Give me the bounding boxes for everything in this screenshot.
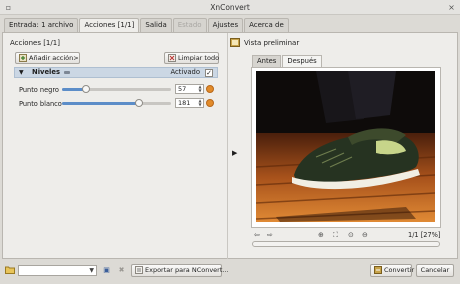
convert-label: Convertir: [384, 266, 415, 274]
black-point-value: 57: [178, 85, 187, 93]
export-icon: [135, 266, 143, 274]
preview-icon: [230, 38, 240, 47]
tab-output[interactable]: Salida: [140, 18, 172, 32]
enabled-checkbox[interactable]: ✓: [205, 69, 213, 77]
spin-arrows-icon[interactable]: ▲ ▼: [197, 99, 203, 107]
zoom-in-icon[interactable]: ⊕: [318, 231, 324, 239]
panel-splitter[interactable]: [227, 33, 228, 259]
tab-settings[interactable]: Ajustes: [207, 18, 244, 32]
enabled-label: Activado: [170, 68, 200, 76]
clear-all-icon: [168, 54, 176, 62]
delete-preset-icon: ✖: [118, 266, 125, 274]
reset-white-point-icon[interactable]: [206, 99, 214, 107]
levels-title: Niveles: [32, 68, 61, 76]
save-preset-icon[interactable]: ▣: [101, 265, 112, 276]
main-tabs: Entrada: 1 archivo Acciones [1/1] Salida…: [4, 18, 290, 33]
collapse-arrow-icon[interactable]: ▼: [19, 68, 24, 77]
fit-to-window-icon[interactable]: ⛶: [333, 231, 338, 240]
white-point-value: 181: [178, 99, 191, 107]
tab-about[interactable]: Acerca de: [244, 18, 289, 32]
preview-scrollbar[interactable]: [252, 241, 440, 247]
white-point-slider-handle[interactable]: [135, 99, 143, 107]
previous-image-icon[interactable]: ⇦: [254, 231, 260, 239]
window-title: XnConvert: [210, 3, 250, 12]
zoom-out-icon[interactable]: ⊖: [362, 231, 368, 239]
convert-button[interactable]: Convertir: [370, 264, 415, 277]
spin-arrows-icon[interactable]: ▲ ▼: [197, 85, 203, 93]
preview-title: Vista preliminar: [244, 39, 300, 47]
export-nconvert-label: Exportar para NConvert...: [145, 266, 229, 274]
preview-image[interactable]: [256, 71, 435, 222]
next-image-icon[interactable]: ⇨: [267, 231, 273, 239]
white-point-label: Punto blanco: [19, 100, 62, 108]
reset-black-point-icon[interactable]: [206, 85, 214, 93]
preset-combobox[interactable]: ▼: [18, 265, 97, 276]
preview-tabs: Antes Después: [252, 55, 323, 68]
black-point-slider-handle[interactable]: [82, 85, 90, 93]
tab-actions[interactable]: Acciones [1/1]: [79, 18, 140, 33]
tab-before[interactable]: Antes: [252, 55, 282, 67]
drag-handle-icon[interactable]: [64, 71, 70, 74]
expand-panel-arrow-icon[interactable]: ▶: [232, 149, 237, 157]
black-point-slider[interactable]: [62, 85, 171, 93]
black-point-spinbox[interactable]: 57 ▲ ▼: [175, 84, 204, 94]
tab-status: Estado: [172, 18, 207, 32]
black-point-label: Punto negro: [19, 86, 59, 94]
clear-all-button[interactable]: Limpiar todo: [164, 52, 219, 64]
sneaker-photo: [256, 71, 435, 222]
zoom-label: 1/1 [27%]: [408, 231, 441, 239]
zoom-actual-icon[interactable]: ⊙: [348, 231, 354, 239]
add-action-button[interactable]: Añadir acción>: [15, 52, 80, 64]
cancel-button[interactable]: Cancelar: [416, 264, 454, 277]
export-nconvert-button[interactable]: Exportar para NConvert...: [131, 264, 229, 277]
window-menu-icon[interactable]: ▫: [3, 2, 14, 13]
add-action-icon: [19, 54, 27, 62]
white-point-slider-fill: [62, 102, 139, 105]
open-folder-icon[interactable]: [5, 265, 15, 274]
levels-action-header[interactable]: ▼ Niveles Activado ✓: [14, 67, 218, 78]
convert-icon: [374, 266, 382, 274]
title-bar: ▫ XnConvert ×: [0, 0, 460, 15]
add-action-label: Añadir acción>: [29, 54, 79, 62]
white-point-slider[interactable]: [62, 99, 171, 107]
close-window-icon[interactable]: ×: [446, 2, 457, 13]
actions-heading: Acciones [1/1]: [10, 39, 60, 47]
white-point-spinbox[interactable]: 181 ▲ ▼: [175, 98, 204, 108]
clear-all-label: Limpiar todo: [178, 54, 220, 62]
chevron-down-icon[interactable]: ▼: [89, 267, 94, 274]
tab-input[interactable]: Entrada: 1 archivo: [4, 18, 79, 32]
